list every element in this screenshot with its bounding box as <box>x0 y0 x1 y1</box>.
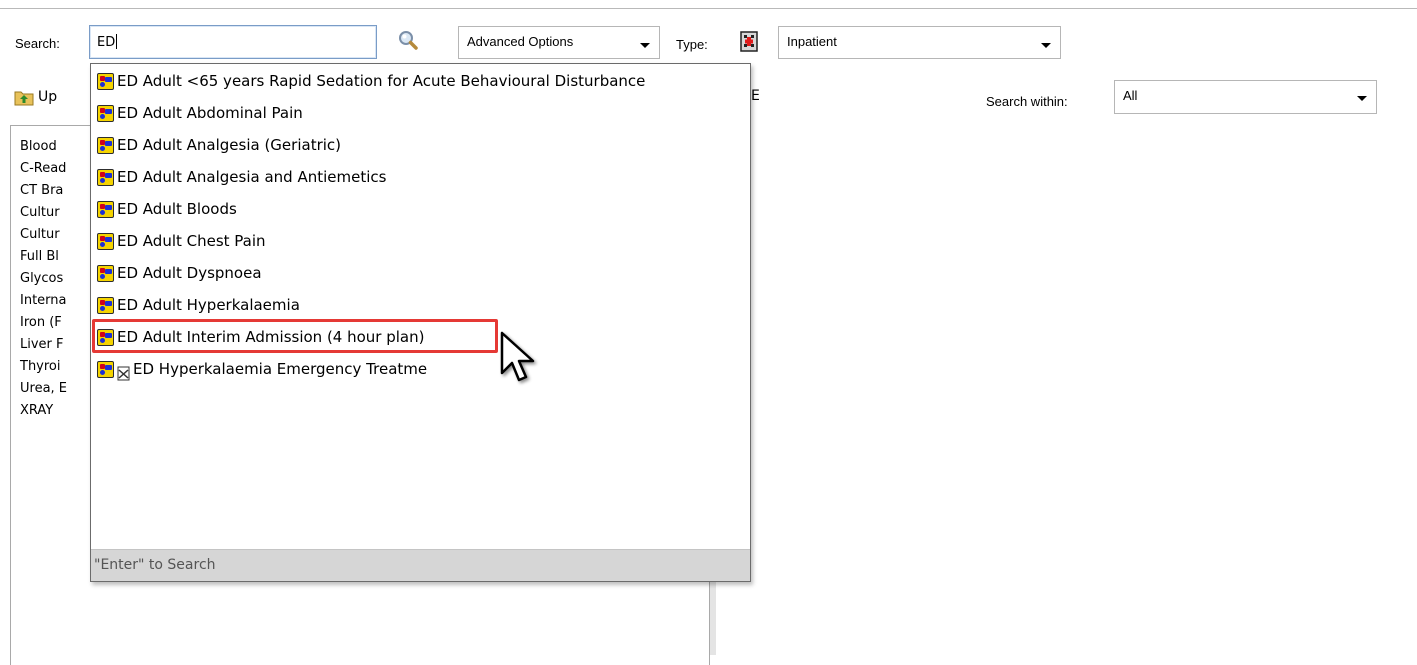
powerplan-icon <box>97 297 114 314</box>
autocomplete-item-label: ED Adult Dyspnoea <box>117 264 262 282</box>
tree-item[interactable]: XRAY <box>20 400 53 422</box>
mouse-cursor-icon <box>499 330 541 390</box>
autocomplete-item-label: ED Adult Analgesia and Antiemetics <box>117 168 387 186</box>
autocomplete-dropdown[interactable]: ED Adult <65 years Rapid Sedation for Ac… <box>90 63 751 582</box>
search-within-label: Search within: <box>986 94 1068 109</box>
tree-item[interactable]: Glycos <box>20 268 63 290</box>
powerplan-icon <box>97 105 114 122</box>
powerplan-icon <box>97 265 114 282</box>
autocomplete-item-label: ED Adult <65 years Rapid Sedation for Ac… <box>117 72 646 90</box>
search-icon[interactable] <box>396 28 422 54</box>
inpatient-building-icon <box>738 29 760 53</box>
powerplan-icon <box>97 329 114 346</box>
tree-item[interactable]: Interna <box>20 290 67 312</box>
tree-item[interactable]: Thyroi <box>20 356 61 378</box>
powerplan-icon <box>97 201 114 218</box>
tree-item[interactable]: Full Bl <box>20 246 59 268</box>
document-icon <box>117 362 131 381</box>
search-label: Search: <box>15 36 60 51</box>
chevron-down-icon <box>1357 96 1367 101</box>
autocomplete-item-label: ED Adult Bloods <box>117 200 237 218</box>
chevron-down-icon <box>640 43 650 48</box>
autocomplete-item-label: ED Adult Hyperkalaemia <box>117 296 300 314</box>
tree-item[interactable]: Blood <box>20 136 57 158</box>
tree-item[interactable]: CT Bra <box>20 180 63 202</box>
type-dropdown[interactable]: Inpatient <box>778 26 1061 59</box>
search-input-value: ED <box>97 35 116 50</box>
text-caret <box>116 34 118 49</box>
autocomplete-item-label: ED Adult Chest Pain <box>117 232 266 250</box>
autocomplete-item-label: ED Hyperkalaemia Emergency Treatme <box>133 360 428 378</box>
tree-item[interactable]: Iron (F <box>20 312 62 334</box>
type-value: Inpatient <box>787 34 837 49</box>
search-within-dropdown[interactable]: All <box>1114 80 1377 114</box>
powerplan-icon <box>97 361 114 378</box>
tree-item[interactable]: Cultur <box>20 202 60 224</box>
partial-tab-text: E <box>751 88 760 104</box>
dropdown-footer: "Enter" to Search <box>91 549 750 581</box>
window-top-border <box>0 8 1417 9</box>
tree-item[interactable]: Urea, E <box>20 378 67 400</box>
powerplan-icon <box>97 73 114 90</box>
search-within-value: All <box>1123 88 1138 103</box>
tree-item[interactable]: Cultur <box>20 224 60 246</box>
autocomplete-item-label: ED Adult Analgesia (Geriatric) <box>117 136 342 154</box>
chevron-down-icon <box>1041 43 1051 48</box>
advanced-options-label: Advanced Options <box>467 34 574 49</box>
up-button[interactable]: Up <box>14 86 94 110</box>
powerplan-icon <box>97 137 114 154</box>
search-input[interactable]: ED <box>89 25 377 59</box>
advanced-options-dropdown[interactable]: Advanced Options <box>458 26 660 59</box>
tree-item[interactable]: C-Read <box>20 158 66 180</box>
up-folder-icon <box>14 88 34 106</box>
autocomplete-item-label: ED Adult Abdominal Pain <box>117 104 303 122</box>
powerplan-icon <box>97 233 114 250</box>
up-button-label: Up <box>38 89 58 105</box>
tree-item[interactable]: Liver F <box>20 334 64 356</box>
type-label: Type: <box>676 37 708 52</box>
powerplan-icon <box>97 169 114 186</box>
autocomplete-item-label: ED Adult Interim Admission (4 hour plan) <box>117 328 425 346</box>
